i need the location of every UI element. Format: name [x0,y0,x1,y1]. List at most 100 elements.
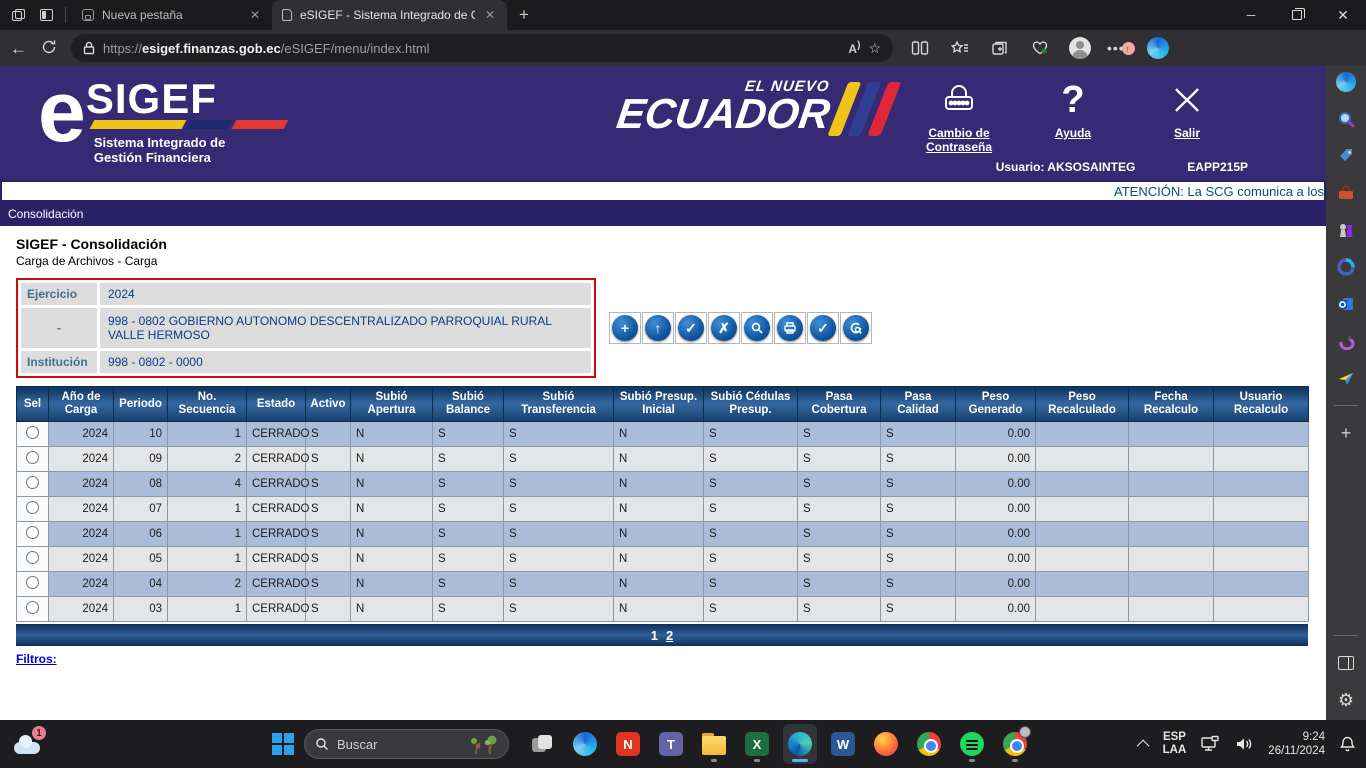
language-indicator[interactable]: ESP LAA [1163,731,1187,757]
start-button[interactable] [272,733,294,755]
row-select-radio[interactable] [26,451,39,464]
row-select-radio[interactable] [26,501,39,514]
new-document-button[interactable]: + [609,312,641,344]
delete-file-button[interactable]: ✗ [708,312,740,344]
table-cell [1128,496,1214,522]
word-icon[interactable]: W [826,724,860,764]
games-icon[interactable] [1336,220,1356,240]
minimize-button[interactable]: ─ [1228,0,1274,30]
table-cell: S [703,446,798,472]
menu-bar: Consolidación [0,202,1326,226]
favorite-star-icon[interactable]: ☆ [868,40,881,57]
teams-icon[interactable]: T [654,724,688,764]
pagination-bar: 1 2 [16,624,1308,646]
column-header: Peso Recalculado [1035,386,1129,422]
settings-gear-icon[interactable]: ⚙ [1336,690,1356,710]
workspaces-icon[interactable] [12,9,26,21]
table-cell: N [613,471,704,497]
change-password-button[interactable]: Cambio de Contraseña [916,74,1002,154]
filters-link[interactable]: Filtros: [16,652,57,666]
pdf-app-icon[interactable]: N [611,724,645,764]
back-icon[interactable]: ← [10,40,27,57]
row-select-radio[interactable] [26,476,39,489]
search-icon [316,738,328,750]
copilot-icon[interactable] [568,724,602,764]
address-bar[interactable]: https://esigef.finanzas.gob.ec/eSIGEF/me… [71,34,893,62]
tab-nueva-pestana[interactable]: Nueva pestaña ✕ [72,0,272,30]
logout-button[interactable]: Salir [1144,74,1230,154]
profile-avatar[interactable] [1067,37,1093,59]
validate-file-button[interactable]: ✓ [675,312,707,344]
print-button[interactable] [774,312,806,344]
sidebar-panel-icon[interactable] [1336,653,1356,673]
taskbar-overflow-icon[interactable] [1136,739,1150,752]
logo-subtitle: Sistema Integrado de [93,135,226,150]
recalculate-button[interactable] [840,312,872,344]
task-view-icon[interactable] [525,724,559,764]
table-cell: S [797,421,881,447]
excel-icon[interactable]: X [740,724,774,764]
shopping-icon[interactable] [1336,146,1356,166]
chrome-profile-icon[interactable] [998,724,1032,764]
form-row-ejercicio: Ejercicio 2024 [21,283,591,305]
row-select-radio[interactable] [26,551,39,564]
table-cell: S [503,521,614,547]
new-tab-button[interactable]: + [507,5,541,25]
collections-icon[interactable] [987,40,1013,56]
search-icon[interactable] [1336,109,1356,129]
spotify-icon[interactable] [955,724,989,764]
copilot-icon[interactable] [1145,37,1171,59]
table-cell: S [432,521,504,547]
current-page: 1 [650,627,658,643]
preview-file-button[interactable] [741,312,773,344]
page-link-2[interactable]: 2 [666,628,673,643]
edge-icon[interactable] [783,724,817,764]
restore-button[interactable] [1274,0,1320,30]
close-button[interactable]: ✕ [1320,0,1366,30]
outlook-icon[interactable] [1336,294,1356,314]
designer-icon[interactable] [1336,368,1356,388]
table-cell: S [880,421,956,447]
row-select-radio[interactable] [26,601,39,614]
form-row-institucion: Institución 998 - 0802 - 0000 [21,351,591,373]
firefox-icon[interactable] [869,724,903,764]
tab-close-icon[interactable]: ✕ [483,8,497,22]
settings-menu-icon[interactable]: ••• ↑ [1107,40,1135,56]
microsoft365-icon[interactable] [1336,257,1356,277]
add-sidebar-item-icon[interactable]: + [1336,423,1356,443]
row-select-radio[interactable] [26,526,39,539]
table-cell: S [503,496,614,522]
tab-close-icon[interactable]: ✕ [248,8,262,22]
file-explorer-icon[interactable] [697,724,731,764]
menu-item-consolidacion[interactable]: Consolidación [8,207,83,221]
table-cell: 0.00 [955,446,1036,472]
drop-icon[interactable] [1336,331,1356,351]
tab-esigef[interactable]: eSIGEF - Sistema Integrado de G ✕ [272,0,507,30]
tab-actions-icon[interactable] [40,9,53,21]
browser-essentials-icon[interactable] [1027,40,1053,56]
table-cell: S [305,446,351,472]
table-cell [1213,496,1309,522]
chrome-icon[interactable] [912,724,946,764]
row-select-radio[interactable] [26,576,39,589]
upload-file-button[interactable]: ↑ [642,312,674,344]
table-cell [1128,471,1214,497]
row-select-radio[interactable] [26,426,39,439]
refresh-icon[interactable] [41,39,57,58]
notifications-bell-icon[interactable] [1339,735,1356,753]
table-cell: 04 [113,571,168,597]
sidebar-divider [1334,405,1358,406]
copilot-icon[interactable] [1336,72,1356,92]
tools-icon[interactable] [1336,183,1356,203]
help-button[interactable]: ? Ayuda [1030,74,1116,154]
favorites-icon[interactable] [947,40,973,56]
taskbar-search[interactable]: Buscar [304,729,509,759]
network-icon[interactable] [1200,735,1220,753]
tab-title: eSIGEF - Sistema Integrado de G [300,8,475,22]
read-aloud-icon[interactable]: A) [848,40,860,56]
approve-button[interactable]: ✓ [807,312,839,344]
speaker-icon[interactable] [1234,736,1254,752]
weather-widget[interactable]: 1 [14,726,46,756]
split-screen-icon[interactable] [907,40,933,56]
clock[interactable]: 9:24 26/11/2024 [1268,730,1325,758]
